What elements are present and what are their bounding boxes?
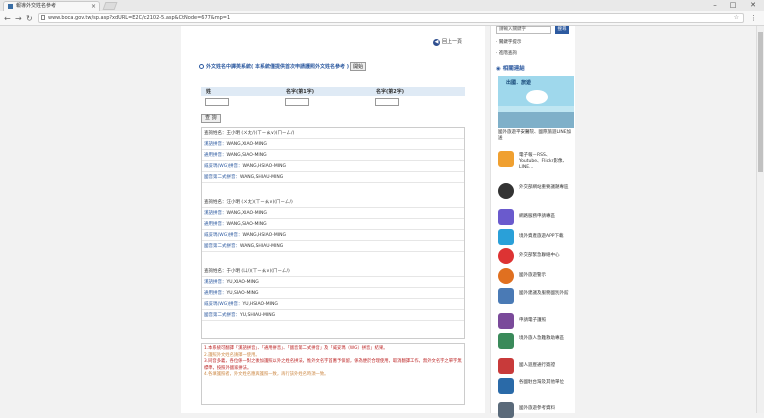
rss-icon xyxy=(498,151,514,167)
table-row: 通用拼音：WANG,SIAO-MING xyxy=(202,150,464,161)
table-row: 通用拼音：YU,SIAO-MING xyxy=(202,288,464,299)
emergency-phone-icon xyxy=(498,248,514,264)
minimize-button[interactable]: – xyxy=(708,1,722,9)
maximize-button[interactable]: □ xyxy=(726,1,740,9)
result-group: 查詢姓名：王小明 (ㄨㄤ/)(ㄒㄧㄠ∨)(ㄇㄧㄥ/) 漢語拼音：WANG,XIA… xyxy=(202,128,464,183)
mascot-plane-icon xyxy=(526,90,548,104)
sidebar-item-label[interactable]: 國外建議及服務國別外館 xyxy=(519,291,571,297)
table-row: 查詢姓名：王小明 (ㄨㄤ/)(ㄒㄧㄠ∨)(ㄇㄧㄥ/) xyxy=(202,128,464,139)
back-arrow-icon[interactable]: ← xyxy=(4,14,11,23)
query-button[interactable]: 查 詢 xyxy=(201,114,221,123)
page-scrollbar[interactable] xyxy=(756,26,764,413)
table-row: 威妥瑪(WG)拼音：WANG,HSIAO-MING xyxy=(202,230,464,241)
table-row: 漢語拼音：WANG,XIAO-MING xyxy=(202,208,464,219)
reference-icon xyxy=(498,402,514,418)
table-row: 威妥瑪(WG)拼音：YU,HSIAO-MING xyxy=(202,299,464,310)
table-row: 國音第二式拼音：WANG,SHIAU-MING xyxy=(202,172,464,183)
tab-close-icon[interactable]: × xyxy=(91,2,96,11)
table-row: 通用拼音：WANG,SIAO-MING xyxy=(202,219,464,230)
given-name-2-input[interactable] xyxy=(375,98,399,106)
note-item: 3.同音多義，各位係一對之後加護照以外之姓名拼法，惟外文名字首應予保留，係為便於… xyxy=(204,359,462,371)
given-name-1-column-label: 名字(第1字) xyxy=(286,89,315,95)
table-row: 查詢姓名：汪小明 (ㄨㄤ)(ㄒㄧㄠ∨)(ㄇㄧㄥ/) xyxy=(202,197,464,208)
form-header: 姓 名字(第1字) 名字(第2字) xyxy=(201,87,465,96)
table-row: 漢語拼音：WANG,XIAO-MING xyxy=(202,139,464,150)
back-circle-icon: ◀ xyxy=(433,39,440,46)
browser-toolbar: ← → ↻ www.boca.gov.tw/sp.asp?xdURL=E2C/c… xyxy=(0,11,764,26)
page-heading: 外文姓名中譯英系統( 本系統僅提供首次申請護照外文姓名參考 ) 開始 xyxy=(199,62,479,71)
sidebar-item-label[interactable]: 外交部網站重要議題專區 xyxy=(519,185,571,191)
sidebar-search-button[interactable]: 搜尋 xyxy=(555,26,569,34)
tab-favicon-icon xyxy=(8,4,13,9)
table-row: 國音第二式拼音：WANG,SHIAU-MING xyxy=(202,241,464,252)
sidebar-item-label[interactable]: 電子報－RSS、Youtube、Flickr影像、LINE... xyxy=(519,153,571,171)
sidebar-search-input[interactable]: 請輸入關鍵字 xyxy=(496,26,551,34)
results-table: 查詢姓名：王小明 (ㄨㄤ/)(ㄒㄧㄠ∨)(ㄇㄧㄥ/) 漢語拼音：WANG,XIA… xyxy=(201,127,465,339)
scrollbar-thumb[interactable] xyxy=(758,32,763,172)
back-link-label: 回上一頁 xyxy=(442,39,463,45)
passport-icon xyxy=(498,313,514,329)
sidebar-item-label[interactable]: 各國駐台灣及其他單位 xyxy=(519,380,571,386)
browser-tab[interactable]: 報導外交姓名參考 × xyxy=(3,1,100,11)
travel-banner[interactable]: 出國．旅遊 xyxy=(498,76,574,128)
table-row: 威妥瑪(WG)拼音：WANG,HSIAO-MING xyxy=(202,161,464,172)
forward-arrow-icon[interactable]: → xyxy=(15,14,22,23)
sidebar-item-label[interactable]: 境外旅人急難救助專區 xyxy=(519,336,571,342)
advanced-search-link[interactable]: ‧ 進階查詢 xyxy=(496,50,517,56)
travel-warning-icon xyxy=(498,268,514,284)
page-viewport: ◀ 回上一頁 外文姓名中譯英系統( 本系統僅提供首次申請護照外文姓名參考 ) 開始 … xyxy=(0,26,764,418)
sidebar-item-label[interactable]: 申請電子護照 xyxy=(519,318,571,324)
sidebar: 請輸入關鍵字 搜尋 ‧ 關鍵字提示 ‧ 進階查詢 ◉ 相關連結 出國．旅遊 國外… xyxy=(490,26,575,418)
visa-icon xyxy=(498,358,514,374)
bookmark-star-icon[interactable]: ☆ xyxy=(734,14,739,22)
globe-icon xyxy=(498,378,514,394)
main-content: ◀ 回上一頁 外文姓名中譯英系統( 本系統僅提供首次申請護照外文姓名參考 ) 開始 … xyxy=(181,26,485,413)
page-icon xyxy=(41,15,45,20)
assistance-icon xyxy=(498,333,514,349)
reload-icon[interactable]: ↻ xyxy=(26,14,33,23)
given-name-2-column-label: 名字(第2字) xyxy=(376,89,405,95)
tab-title: 報導外交姓名參考 xyxy=(16,3,57,9)
related-links-title: ◉ 相關連結 xyxy=(496,66,525,72)
banner-caption: 出國．旅遊 xyxy=(506,80,532,86)
sidebar-item-label[interactable]: 外交部緊急聯絡中心 xyxy=(519,253,571,259)
network-service-icon xyxy=(498,209,514,225)
surname-column-label: 姓 xyxy=(206,89,212,95)
keyword-hint-link[interactable]: ‧ 關鍵字提示 xyxy=(496,39,521,45)
table-row: 國音第二式拼音：YU,SHIAU-MING xyxy=(202,310,464,321)
address-bar[interactable]: www.boca.gov.tw/sp.asp?xdURL=E2C/c2102-5… xyxy=(38,13,744,23)
url-text: www.boca.gov.tw/sp.asp?xdURL=E2C/c2102-5… xyxy=(48,15,231,21)
result-group: 查詢姓名：汪小明 (ㄨㄤ)(ㄒㄧㄠ∨)(ㄇㄧㄥ/) 漢語拼音：WANG,XIAO… xyxy=(202,197,464,252)
sidebar-item-label[interactable]: 國人遊歷通行簽證 xyxy=(519,363,571,369)
app-download-icon xyxy=(498,229,514,245)
notes-box: 1.本系統可翻譯「漢語拼音」、「通用拼音」、「國音第二式拼音」及「威妥瑪（WG）… xyxy=(201,343,465,405)
table-row: 查詢姓名：于小明 (ㄩ/)(ㄒㄧㄠ∨)(ㄇㄧㄥ/) xyxy=(202,266,464,277)
surname-input[interactable] xyxy=(205,98,229,106)
emblem-icon xyxy=(498,183,514,199)
back-link[interactable]: ◀ 回上一頁 xyxy=(433,38,462,46)
table-row: 漢語拼音：YU,XIAO-MING xyxy=(202,277,464,288)
sidebar-item-label[interactable]: 國外旅遊參考資料 xyxy=(519,406,571,412)
note-item: 4.各填護照者，外文姓名應與護照一致，再行該外姓名時須一致。 xyxy=(204,372,329,377)
browser-menu-icon[interactable]: ⋮ xyxy=(750,14,757,22)
sidebar-item-label[interactable]: 國外旅遊警示 xyxy=(519,273,571,279)
heading-text: 外文姓名中譯英系統( 本系統僅提供首次申請護照外文姓名參考 ) xyxy=(206,64,350,70)
result-group: 查詢姓名：于小明 (ㄩ/)(ㄒㄧㄠ∨)(ㄇㄧㄥ/) 漢語拼音：YU,XIAO-M… xyxy=(202,266,464,321)
embassy-icon xyxy=(498,288,514,304)
sidebar-item-label[interactable]: 境外資產旅遊APP下載 xyxy=(519,234,571,240)
sidebar-item-label[interactable]: 國外旅遊平安醫院、國際旅遊LINE加送 xyxy=(498,130,574,142)
sidebar-item-label[interactable]: 網路服務申請專區 xyxy=(519,214,571,220)
bullet-icon xyxy=(199,64,204,69)
heading-button[interactable]: 開始 xyxy=(350,62,367,71)
title-bar: 報導外交姓名參考 × – □ ✕ xyxy=(0,0,764,11)
new-tab-button[interactable] xyxy=(102,2,118,10)
given-name-1-input[interactable] xyxy=(285,98,309,106)
name-query-form: 姓 名字(第1字) 名字(第2字) xyxy=(201,87,465,111)
close-window-button[interactable]: ✕ xyxy=(746,1,760,9)
